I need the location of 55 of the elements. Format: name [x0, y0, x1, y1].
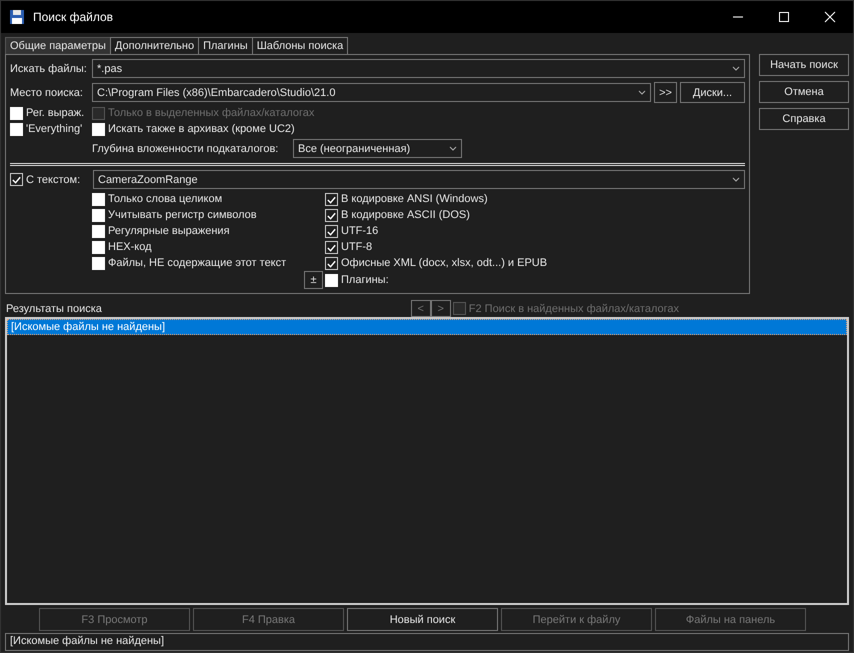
checkbox-label: UTF-16: [341, 225, 378, 238]
field-label: Искать файлы:: [10, 62, 88, 74]
checkbox-label: 'Everything': [26, 123, 82, 136]
checkbox-label: С текстом:: [26, 174, 80, 186]
checkbox-label: Рег. выраж.: [26, 107, 84, 120]
checkbox[interactable]: [325, 274, 338, 286]
search-text-field[interactable]: CameraZoomRange: [93, 170, 745, 189]
chevron-icon[interactable]: [449, 146, 457, 151]
chevron-icon[interactable]: [732, 66, 740, 71]
checkbox-label: HEX-код: [108, 241, 152, 254]
checkbox[interactable]: [92, 241, 105, 254]
checkbox-label: Регулярные выражения: [108, 225, 230, 238]
checkbox-label: Искать также в архивах (кроме UC2): [108, 123, 295, 136]
expand-button[interactable]: >>: [654, 82, 677, 103]
close-icon[interactable]: [824, 11, 836, 23]
nav-button[interactable]: <: [410, 300, 431, 317]
expand-button[interactable]: ±: [304, 271, 323, 289]
chevron-icon[interactable]: [638, 90, 646, 95]
action-button[interactable]: Новый поиск: [347, 608, 498, 631]
checkbox[interactable]: [92, 257, 105, 270]
checkbox[interactable]: [92, 209, 105, 222]
checkbox-label: F2 Поиск в найденных файлах/каталогах: [468, 302, 679, 314]
drives-button[interactable]: Диски...: [680, 82, 745, 103]
result-row[interactable]: [Искомые файлы не найдены]: [7, 319, 847, 335]
depth-label: Глубина вложенности подкаталогов:: [92, 142, 280, 154]
results-title: Результаты поиска: [5, 302, 102, 314]
file-mask-field[interactable]: *.pas: [92, 59, 745, 78]
checkbox-label: Только слова целиком: [108, 193, 222, 206]
checkbox[interactable]: [92, 123, 105, 136]
checkbox[interactable]: [92, 225, 105, 238]
location-field[interactable]: C:\Program Files (x86)\Embarcadero\Studio\21.0: [92, 83, 651, 102]
dialog-button[interactable]: Начать поиск: [759, 54, 849, 76]
nav-button[interactable]: >: [430, 300, 451, 317]
tab[interactable]: Общие параметры: [5, 37, 111, 54]
tab[interactable]: Шаблоны поиска: [252, 37, 348, 54]
checkbox[interactable]: [10, 123, 23, 136]
chevron-icon[interactable]: [732, 177, 740, 182]
checkbox-label: Плагины:: [341, 274, 389, 286]
status-bar: [Искомые файлы не найдены]: [5, 633, 849, 651]
checkbox-label: Файлы, НЕ содержащие этот текст: [108, 257, 286, 270]
dialog-button[interactable]: Справка: [759, 108, 849, 130]
checkbox-label: В кодировке ASCII (DOS): [341, 209, 470, 222]
window-title: Поиск файлов: [33, 10, 114, 24]
dialog-button[interactable]: Отмена: [759, 81, 849, 103]
checkbox-label: UTF-8: [341, 241, 372, 254]
tab[interactable]: Дополнительно: [110, 37, 200, 54]
checkbox-label: Только в выделенных файлах/каталогах: [108, 107, 314, 120]
checkbox-label: Учитывать регистр символов: [108, 209, 257, 222]
checkbox[interactable]: [10, 107, 23, 120]
checkbox-label: В кодировке ANSI (Windows): [341, 193, 488, 206]
field-label: Место поиска:: [10, 86, 84, 98]
depth-dropdown[interactable]: Все (неограниченная): [293, 139, 462, 158]
checkbox[interactable]: [92, 193, 105, 206]
checkbox-label: Офисные XML (docx, xlsx, odt...) и EPUB: [341, 257, 548, 270]
maximize-icon[interactable]: [778, 11, 790, 23]
